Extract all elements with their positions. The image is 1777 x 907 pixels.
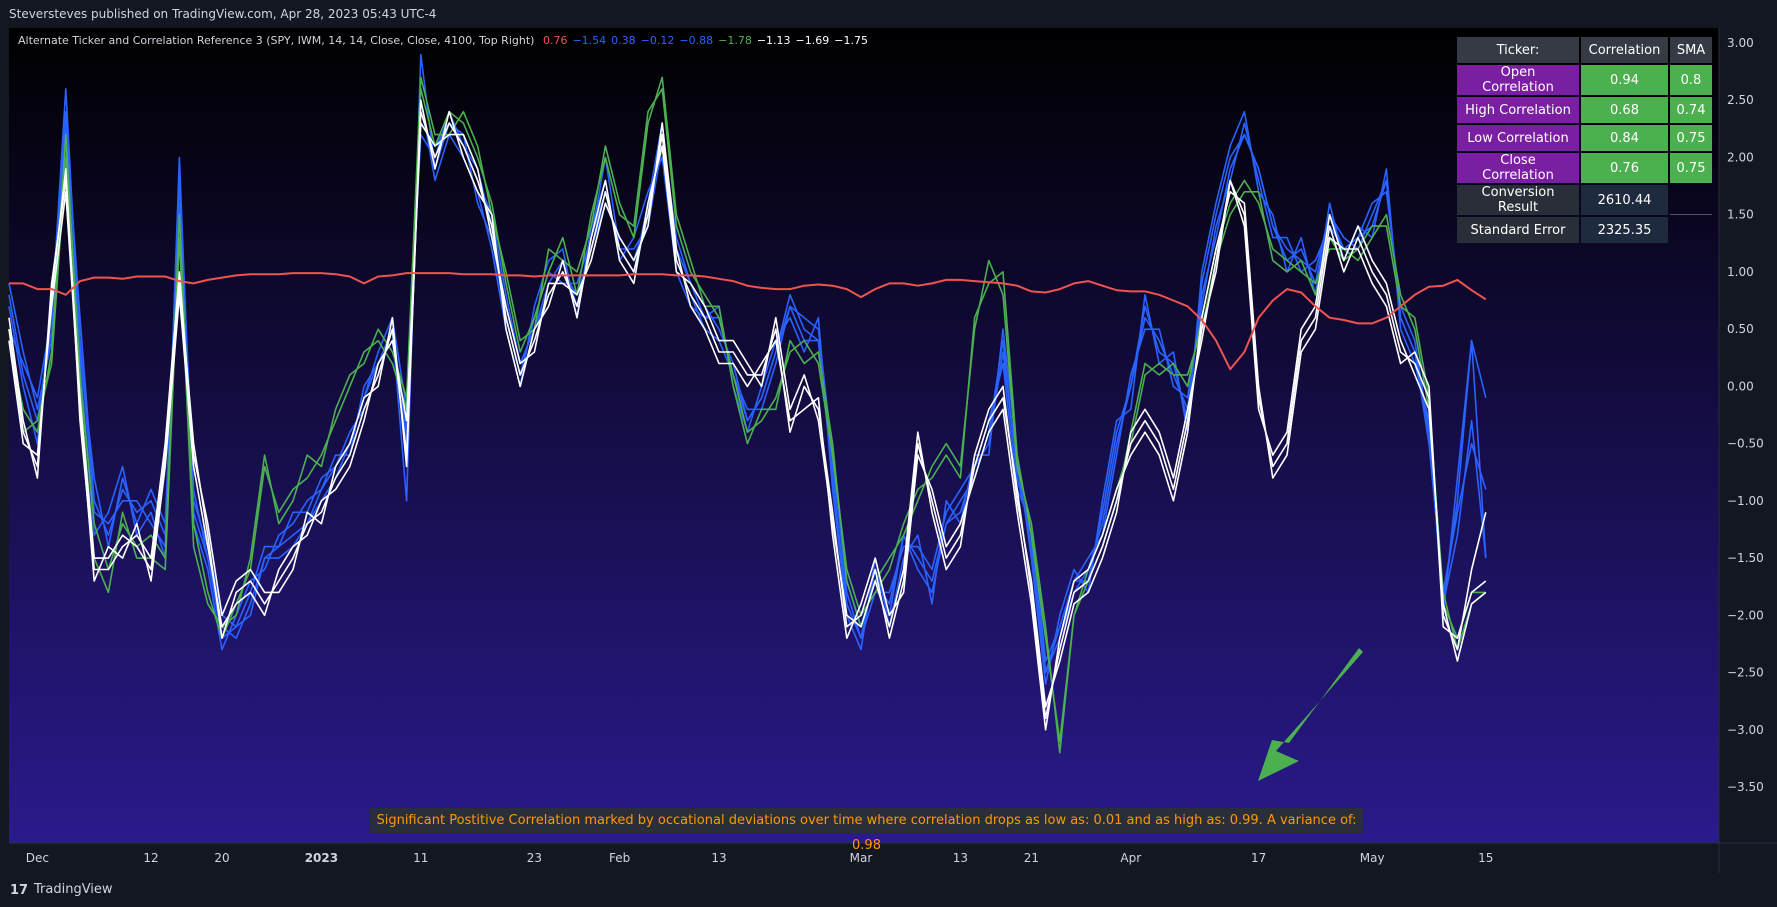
legend-value: −0.12 — [640, 34, 675, 47]
table-row: High Correlation 0.68 0.74 — [1457, 97, 1712, 123]
legend-value: −0.88 — [679, 34, 714, 47]
conversion-empty — [1670, 185, 1712, 215]
indicator-title: Alternate Ticker and Correlation Referen… — [18, 34, 535, 47]
x-tick-label: 13 — [953, 851, 968, 865]
y-tick-label: −2.00 — [1727, 608, 1764, 622]
x-tick-label: May — [1360, 851, 1385, 865]
x-tick-label: Dec — [26, 851, 49, 865]
footer-bar: 17 TradingView — [0, 873, 1777, 907]
table-header-correlation: Correlation — [1581, 37, 1668, 63]
x-tick-label: 12 — [143, 851, 158, 865]
y-tick-label: 2.50 — [1727, 93, 1754, 107]
table-row: Conversion Result 2610.44 — [1457, 185, 1712, 215]
table-row: Close Correlation 0.76 0.75 — [1457, 153, 1712, 183]
y-tick-label: −1.50 — [1727, 551, 1764, 565]
table-header-ticker: Ticker: — [1457, 37, 1579, 63]
table-row: Standard Error 2325.35 — [1457, 217, 1712, 243]
row-label: Low Correlation — [1457, 125, 1579, 151]
row-sma: 0.8 — [1670, 65, 1712, 95]
legend-value: 0.38 — [611, 34, 636, 47]
stderr-empty — [1670, 217, 1712, 243]
y-tick-label: 2.00 — [1727, 150, 1754, 164]
row-correlation: 0.84 — [1581, 125, 1668, 151]
x-tick-label: 17 — [1251, 851, 1266, 865]
y-tick-label: −2.50 — [1727, 666, 1764, 680]
legend-value: 0.76 — [542, 34, 568, 47]
legend-value: −1.75 — [834, 34, 868, 47]
legend-value: −1.54 — [572, 34, 607, 47]
x-tick-label: 20 — [214, 851, 229, 865]
x-tick-label: Feb — [609, 851, 630, 865]
table-row: Open Correlation 0.94 0.8 — [1457, 65, 1712, 95]
x-tick-label: 23 — [527, 851, 542, 865]
row-label: High Correlation — [1457, 97, 1579, 123]
x-tick-label: 21 — [1024, 851, 1039, 865]
row-label: Open Correlation — [1457, 65, 1579, 95]
x-tick-label: Apr — [1120, 851, 1141, 865]
stderr-label: Standard Error — [1457, 217, 1579, 243]
row-correlation: 0.94 — [1581, 65, 1668, 95]
publisher-bar: Steversteves published on TradingView.co… — [0, 0, 1777, 28]
row-sma: 0.74 — [1670, 97, 1712, 123]
row-sma: 0.75 — [1670, 153, 1712, 183]
y-tick-label: −1.00 — [1727, 494, 1764, 508]
conversion-label: Conversion Result — [1457, 185, 1579, 215]
legend-value: −1.69 — [795, 34, 830, 47]
y-tick-label: 1.50 — [1727, 208, 1754, 222]
row-sma: 0.75 — [1670, 125, 1712, 151]
legend-value: −1.13 — [756, 34, 791, 47]
row-correlation: 0.68 — [1581, 97, 1668, 123]
row-correlation: 0.76 — [1581, 153, 1668, 183]
publisher-text: Steversteves published on TradingView.co… — [9, 7, 437, 21]
legend-value: −1.78 — [718, 34, 752, 47]
x-tick-label: 2023 — [305, 851, 338, 865]
y-tick-label: 0.00 — [1727, 379, 1754, 393]
indicator-values: 0.76 −1.54 0.38 −0.12 −0.88 −1.78 −1.13 −1.69 −1… — [538, 34, 868, 47]
y-tick-label: −3.00 — [1727, 723, 1764, 737]
tradingview-logo-icon[interactable]: 17 — [10, 883, 28, 898]
y-tick-label: 3.00 — [1727, 36, 1754, 50]
stderr-value: 2325.35 — [1581, 217, 1668, 243]
y-tick-label: −0.50 — [1727, 437, 1764, 451]
y-tick-label: −3.50 — [1727, 780, 1764, 794]
tradingview-brand[interactable]: TradingView — [34, 882, 113, 897]
x-tick-label: 13 — [711, 851, 726, 865]
x-tick-label: 15 — [1478, 851, 1493, 865]
y-tick-label: 0.50 — [1727, 322, 1754, 336]
conversion-value: 2610.44 — [1581, 185, 1668, 215]
correlation-table: Ticker: Correlation SMA Open Correlation… — [1455, 35, 1714, 245]
table-row: Low Correlation 0.84 0.75 — [1457, 125, 1712, 151]
x-tick-label: 11 — [413, 851, 428, 865]
y-tick-label: 1.00 — [1727, 265, 1754, 279]
indicator-legend[interactable]: Alternate Ticker and Correlation Referen… — [18, 34, 868, 47]
table-header-sma: SMA — [1670, 37, 1712, 63]
annotation-label: Significant Postitive Correlation marked… — [370, 808, 1363, 853]
row-label: Close Correlation — [1457, 153, 1579, 183]
